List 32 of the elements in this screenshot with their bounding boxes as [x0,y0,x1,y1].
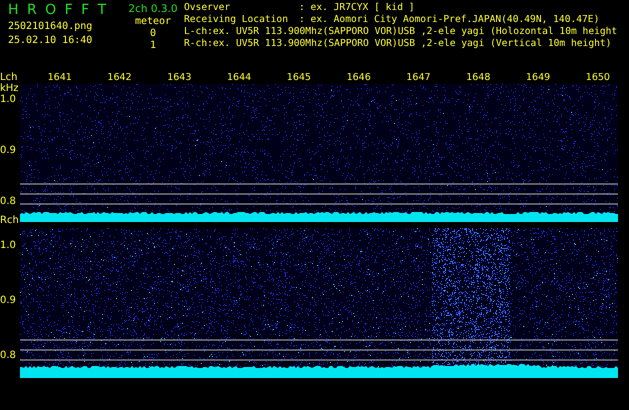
axis-label: 0.8 [0,196,16,207]
frequency-label: 1643 [166,72,192,84]
frequency-label: 1649 [524,72,552,84]
filename: 2502101640.png [8,21,94,32]
datetime: 25.02.10 16:40 [8,35,94,46]
axis-label: 0.9 [0,145,16,156]
channel-info: L-ch:ex. UV5R 113.900Mhz(SAPPORO VOR)USB ,2-ele yagi (Holozontal 10m height [184,26,618,38]
frequency-label: 1646 [346,72,372,84]
meteor-count: 1 [150,40,156,52]
axis-label: 1.0 [0,94,16,105]
version-label: 2ch 0.3.0 [128,2,178,16]
info-value: : ex. Aomori City Aomori-Pref.JAPAN(40.49N, 140.47E) [299,14,600,26]
meteor-label: meteor [134,16,172,28]
meteor-count: 0 [150,28,156,40]
axis-label: 0.9 [0,295,16,306]
channel-label: Lch [0,72,18,83]
axis-label: 1.0 [0,240,16,251]
info-value: : ex. JR7CYX [ kid ] [299,2,415,14]
channel-info: R-ch:ex. UV5R 113.900Mhz(SAPPORO VOR)USB ,2-ele yagi (Vertical 10m height) [184,38,612,50]
axis-label: 0.8 [0,350,16,361]
info-label: Ovserver [184,2,232,14]
frequency-label: 1642 [106,72,133,84]
frequency-label: 1645 [286,72,312,84]
frequency-label: 1647 [405,72,432,84]
info-label: Receiving Location [184,14,289,26]
frequency-label: 1650 [584,72,611,84]
frequency-label: 1644 [226,72,252,84]
frequency-label: 1648 [465,72,492,84]
frequency-label: 1641 [46,72,73,84]
channel-label: Rch [0,215,19,226]
unit-label: kHz [0,83,19,94]
app-title: H R O F F T [8,2,110,18]
